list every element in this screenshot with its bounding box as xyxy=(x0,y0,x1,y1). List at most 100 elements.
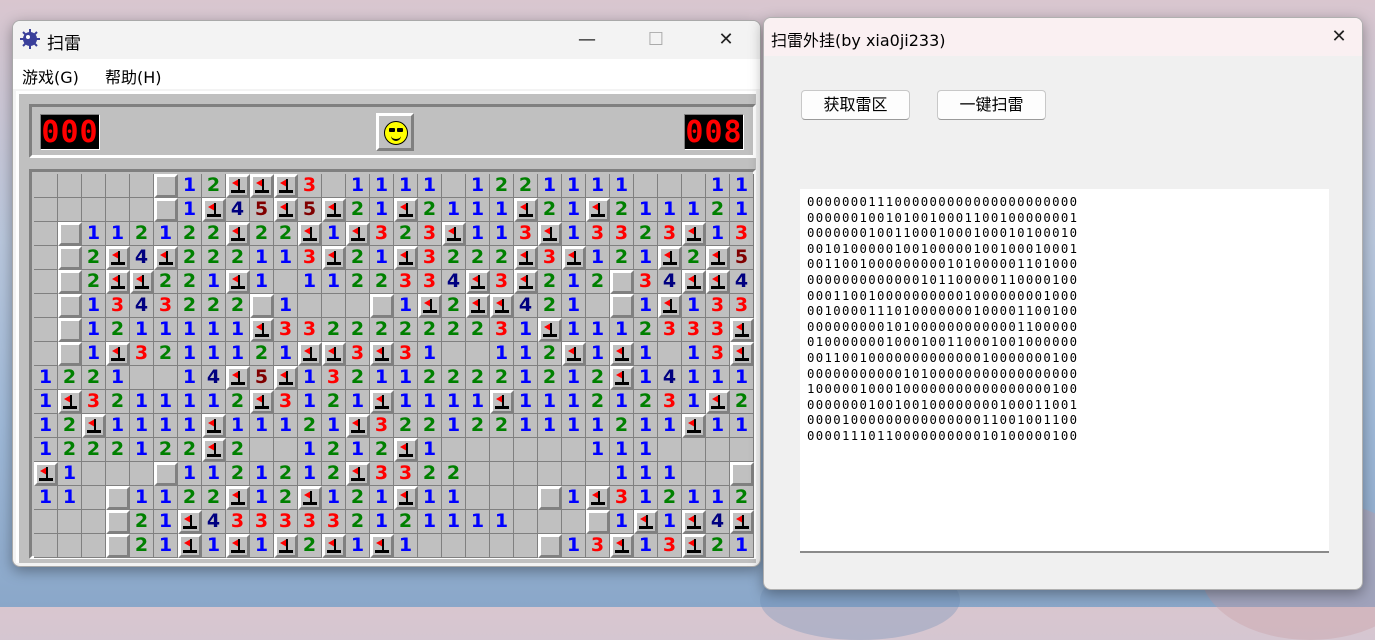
number-cell[interactable]: 3 xyxy=(730,294,754,318)
number-cell[interactable]: 1 xyxy=(178,342,202,366)
number-cell[interactable]: 1 xyxy=(706,414,730,438)
number-cell[interactable]: 4 xyxy=(706,510,730,534)
flagged-cell[interactable] xyxy=(226,222,250,246)
flagged-cell[interactable] xyxy=(298,222,322,246)
flagged-cell[interactable] xyxy=(418,294,442,318)
number-cell[interactable]: 2 xyxy=(202,246,226,270)
number-cell[interactable]: 1 xyxy=(370,246,394,270)
number-cell[interactable]: 1 xyxy=(34,486,58,510)
number-cell[interactable]: 1 xyxy=(706,174,730,198)
number-cell[interactable]: 2 xyxy=(322,390,346,414)
number-cell[interactable]: 2 xyxy=(538,294,562,318)
number-cell[interactable]: 1 xyxy=(466,390,490,414)
covered-cell[interactable] xyxy=(58,270,82,294)
flagged-cell[interactable] xyxy=(226,366,250,390)
number-cell[interactable]: 1 xyxy=(466,198,490,222)
number-cell[interactable]: 2 xyxy=(586,270,610,294)
empty-cell[interactable] xyxy=(562,438,586,462)
number-cell[interactable]: 1 xyxy=(562,270,586,294)
number-cell[interactable]: 2 xyxy=(58,366,82,390)
flagged-cell[interactable] xyxy=(250,318,274,342)
number-cell[interactable]: 1 xyxy=(658,510,682,534)
number-cell[interactable]: 2 xyxy=(178,294,202,318)
empty-cell[interactable] xyxy=(82,510,106,534)
number-cell[interactable]: 2 xyxy=(202,294,226,318)
number-cell[interactable]: 1 xyxy=(682,294,706,318)
number-cell[interactable]: 4 xyxy=(130,294,154,318)
flagged-cell[interactable] xyxy=(586,486,610,510)
empty-cell[interactable] xyxy=(106,462,130,486)
empty-cell[interactable] xyxy=(490,438,514,462)
flagged-cell[interactable] xyxy=(442,222,466,246)
covered-cell[interactable] xyxy=(370,294,394,318)
number-cell[interactable]: 1 xyxy=(370,510,394,534)
number-cell[interactable]: 1 xyxy=(730,366,754,390)
flagged-cell[interactable] xyxy=(322,246,346,270)
number-cell[interactable]: 2 xyxy=(82,246,106,270)
flagged-cell[interactable] xyxy=(682,222,706,246)
menu-help[interactable]: 帮助(H) xyxy=(105,64,162,88)
number-cell[interactable]: 1 xyxy=(298,438,322,462)
empty-cell[interactable] xyxy=(154,366,178,390)
number-cell[interactable]: 2 xyxy=(370,270,394,294)
number-cell[interactable]: 3 xyxy=(490,318,514,342)
number-cell[interactable]: 3 xyxy=(610,486,634,510)
empty-cell[interactable] xyxy=(322,174,346,198)
number-cell[interactable]: 2 xyxy=(322,438,346,462)
flagged-cell[interactable] xyxy=(490,294,514,318)
number-cell[interactable]: 3 xyxy=(586,222,610,246)
number-cell[interactable]: 4 xyxy=(442,270,466,294)
number-cell[interactable]: 1 xyxy=(226,318,250,342)
number-cell[interactable]: 1 xyxy=(442,486,466,510)
empty-cell[interactable] xyxy=(34,318,58,342)
number-cell[interactable]: 2 xyxy=(370,438,394,462)
flagged-cell[interactable] xyxy=(394,198,418,222)
flagged-cell[interactable] xyxy=(610,534,634,558)
number-cell[interactable]: 3 xyxy=(418,222,442,246)
number-cell[interactable]: 1 xyxy=(250,462,274,486)
flagged-cell[interactable] xyxy=(730,510,754,534)
number-cell[interactable]: 1 xyxy=(634,198,658,222)
number-cell[interactable]: 1 xyxy=(634,246,658,270)
number-cell[interactable]: 3 xyxy=(586,534,610,558)
number-cell[interactable]: 2 xyxy=(346,318,370,342)
number-cell[interactable]: 1 xyxy=(394,174,418,198)
number-cell[interactable]: 1 xyxy=(634,486,658,510)
flagged-cell[interactable] xyxy=(58,390,82,414)
number-cell[interactable]: 2 xyxy=(466,414,490,438)
number-cell[interactable]: 1 xyxy=(154,486,178,510)
number-cell[interactable]: 4 xyxy=(202,510,226,534)
number-cell[interactable]: 1 xyxy=(562,294,586,318)
number-cell[interactable]: 1 xyxy=(418,486,442,510)
number-cell[interactable]: 2 xyxy=(418,414,442,438)
number-cell[interactable]: 3 xyxy=(682,318,706,342)
flagged-cell[interactable] xyxy=(658,246,682,270)
reset-face-button[interactable] xyxy=(376,113,414,151)
number-cell[interactable]: 1 xyxy=(226,414,250,438)
number-cell[interactable]: 1 xyxy=(394,390,418,414)
number-cell[interactable]: 4 xyxy=(226,198,250,222)
number-cell[interactable]: 3 xyxy=(418,270,442,294)
covered-cell[interactable] xyxy=(106,486,130,510)
number-cell[interactable]: 2 xyxy=(346,270,370,294)
number-cell[interactable]: 1 xyxy=(562,534,586,558)
number-cell[interactable]: 1 xyxy=(538,390,562,414)
number-cell[interactable]: 1 xyxy=(442,414,466,438)
flagged-cell[interactable] xyxy=(466,294,490,318)
empty-cell[interactable] xyxy=(130,174,154,198)
number-cell[interactable]: 2 xyxy=(202,222,226,246)
flagged-cell[interactable] xyxy=(322,342,346,366)
empty-cell[interactable] xyxy=(466,534,490,558)
flagged-cell[interactable] xyxy=(682,414,706,438)
flagged-cell[interactable] xyxy=(34,462,58,486)
number-cell[interactable]: 2 xyxy=(226,390,250,414)
flagged-cell[interactable] xyxy=(634,510,658,534)
number-cell[interactable]: 2 xyxy=(466,246,490,270)
flagged-cell[interactable] xyxy=(514,270,538,294)
flagged-cell[interactable] xyxy=(322,534,346,558)
number-cell[interactable]: 3 xyxy=(274,318,298,342)
covered-cell[interactable] xyxy=(610,294,634,318)
number-cell[interactable]: 1 xyxy=(490,342,514,366)
number-cell[interactable]: 3 xyxy=(634,270,658,294)
number-cell[interactable]: 1 xyxy=(34,390,58,414)
